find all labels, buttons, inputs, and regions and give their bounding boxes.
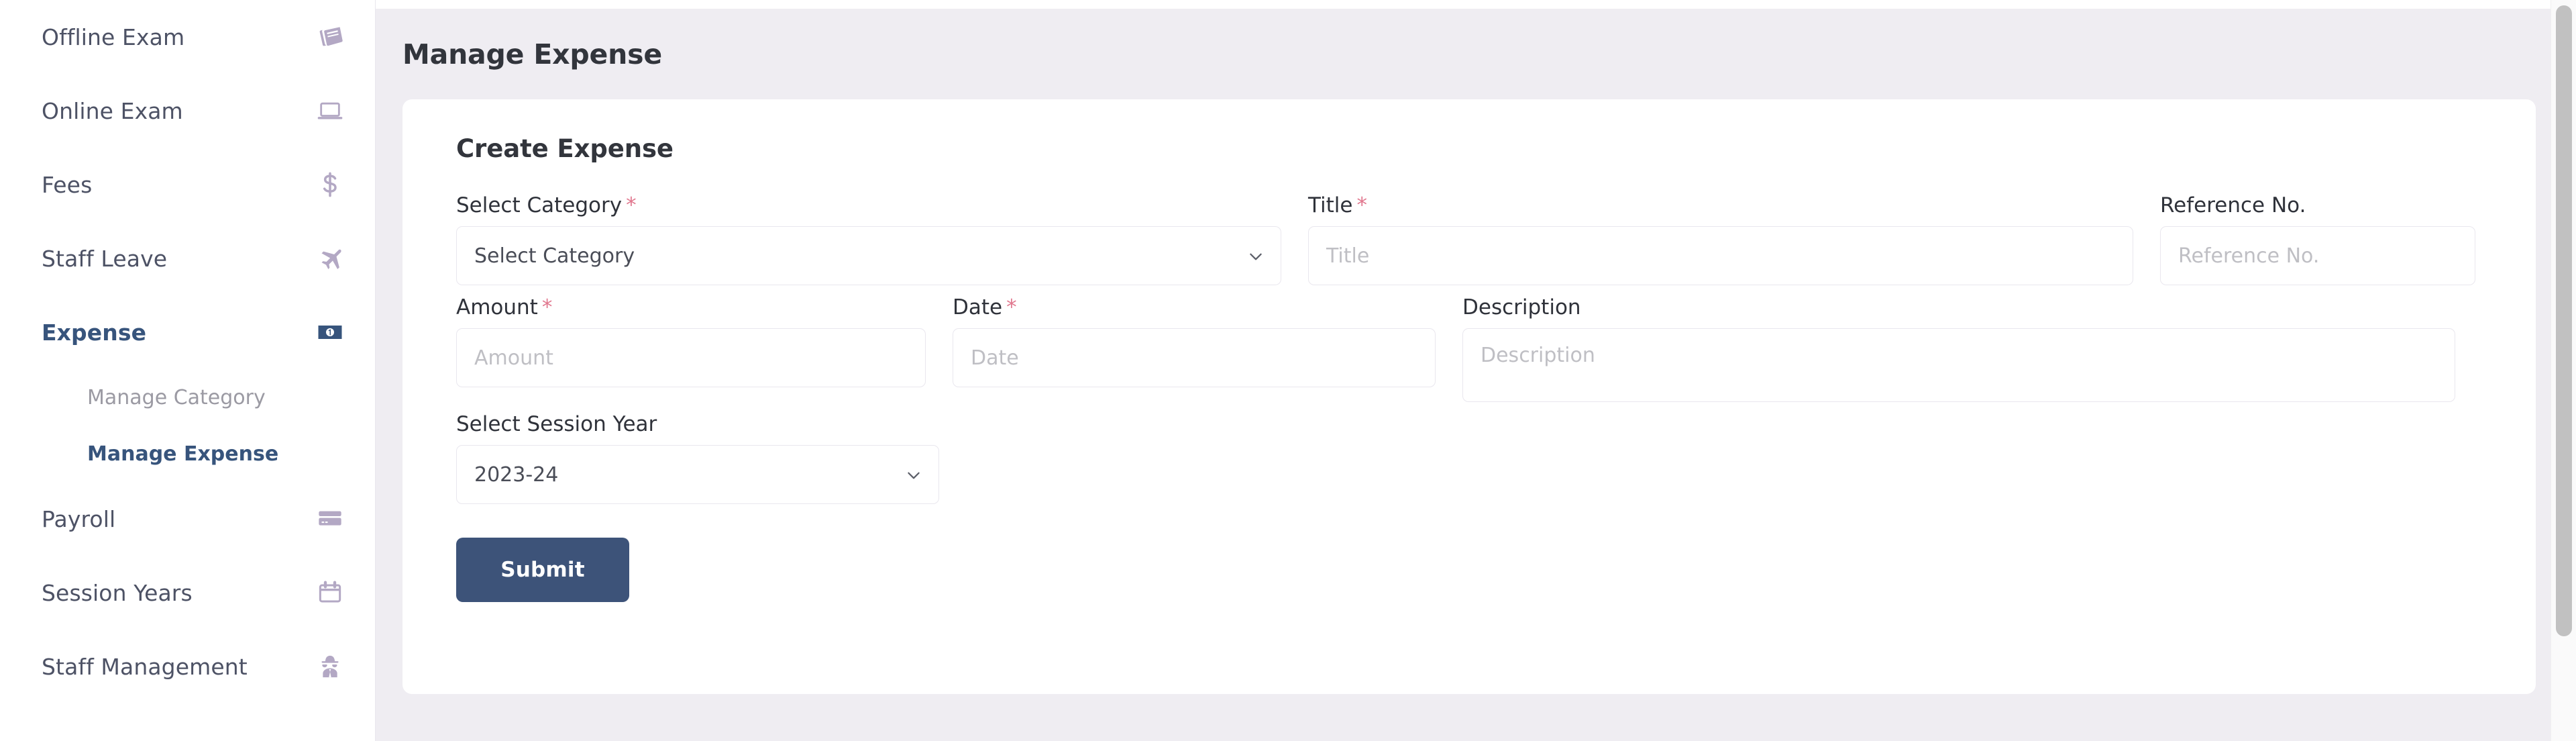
select-session-year-dropdown[interactable]: 2023-24 [456,445,939,505]
sidebar-item-label: Session Years [42,579,193,606]
title-input[interactable]: Title [1308,226,2133,286]
field-select-session-year: Select Session Year 2023-24 [456,413,939,505]
reference-no-input[interactable]: Reference No. [2160,226,2475,286]
sidebar-subitem-manage-expense[interactable]: Manage Expense [0,426,375,482]
label-text: Reference No. [2160,193,2306,217]
label-text: Description [1462,295,1581,320]
sidebar-item-staff-management[interactable]: Staff Management [0,630,375,703]
dollar-icon [312,166,348,203]
chevron-down-icon [905,466,922,483]
submit-button[interactable]: Submit [456,538,629,603]
form-row-2: Amount * Amount Date * Date Description … [456,296,2482,403]
title-label: Title * [1308,194,2133,217]
sidebar-subnav-expense: Manage Category Manage Expense [0,369,375,482]
description-textarea[interactable]: Description [1462,328,2455,403]
label-text: Title [1308,193,1353,217]
sidebar-item-label: Online Exam [42,97,183,124]
required-asterisk: * [541,295,553,320]
reference-no-placeholder: Reference No. [2178,244,2320,268]
sidebar-item-online-exam[interactable]: Online Exam [0,74,375,148]
date-label: Date * [953,296,1436,319]
airplane-icon [312,240,348,277]
page-title: Manage Expense [402,38,662,70]
chevron-down-icon [1247,247,1265,264]
calendar-icon [312,575,348,611]
description-label: Description [1462,296,2455,319]
sidebar-subitem-label: Manage Expense [87,442,279,466]
sidebar-item-label: Staff Management [42,653,248,680]
required-asterisk: * [1006,295,1017,320]
sidebar-item-staff-leave[interactable]: Staff Leave [0,221,375,295]
laptop-icon [312,93,348,129]
sidebar-item-label: Offline Exam [42,23,185,50]
form-row-3: Select Session Year 2023-24 [456,413,2482,505]
label-text: Select Session Year [456,412,657,437]
sidebar-item-label: Expense [42,319,147,346]
vertical-scrollbar[interactable] [2551,0,2576,741]
top-white-strip [376,0,2576,9]
sidebar-subitem-manage-category[interactable]: Manage Category [0,369,375,426]
required-asterisk: * [1356,193,1367,217]
scrollbar-thumb[interactable] [2556,5,2572,636]
sidebar-item-payroll[interactable]: Payroll [0,482,375,556]
sidebar-item-expense[interactable]: Expense [0,295,375,369]
required-asterisk: * [626,193,637,217]
book-icon [312,19,348,55]
date-input[interactable]: Date [953,328,1436,388]
form-row-1: Select Category * Select Category Title * [456,194,2482,286]
select-session-year-value: 2023-24 [474,462,559,487]
field-select-category: Select Category * Select Category [456,194,1281,286]
date-placeholder: Date [971,346,1019,370]
banknote-icon [312,314,348,350]
label-text: Amount [456,295,538,320]
field-amount: Amount * Amount [456,296,926,402]
select-category-label: Select Category * [456,194,1281,217]
label-text: Select Category [456,193,623,217]
card-title: Create Expense [456,134,674,163]
sidebar-item-session-years[interactable]: Session Years [0,556,375,630]
reference-no-label: Reference No. [2160,194,2475,217]
amount-placeholder: Amount [474,346,553,370]
app-window: Offline Exam Online Exam Fees Staff Leav… [0,0,2576,741]
field-reference-no: Reference No. Reference No. [2160,194,2475,286]
create-expense-card: Create Expense Select Category * Select C… [402,99,2536,694]
title-placeholder: Title [1326,244,1370,268]
sidebar: Offline Exam Online Exam Fees Staff Leav… [0,0,376,741]
field-title: Title * Title [1308,194,2133,286]
amount-label: Amount * [456,296,926,319]
label-text: Date [953,295,1003,320]
description-placeholder: Description [1481,344,1595,368]
main-content: Manage Expense Create Expense Select Cat… [376,0,2576,741]
select-category-dropdown[interactable]: Select Category [456,226,1281,286]
sidebar-item-label: Staff Leave [42,245,168,272]
field-description: Description Description [1462,296,2455,403]
credit-card-icon [312,501,348,537]
select-category-value: Select Category [474,244,635,268]
select-session-year-label: Select Session Year [456,413,939,436]
spy-icon [312,648,348,685]
sidebar-item-offline-exam[interactable]: Offline Exam [0,0,375,74]
sidebar-item-label: Payroll [42,505,116,532]
field-date: Date * Date [953,296,1436,402]
sidebar-item-fees[interactable]: Fees [0,148,375,221]
sidebar-subitem-label: Manage Category [87,385,266,409]
amount-input[interactable]: Amount [456,328,926,388]
main-body: Manage Expense Create Expense Select Cat… [376,9,2576,741]
sidebar-item-label: Fees [42,171,93,198]
